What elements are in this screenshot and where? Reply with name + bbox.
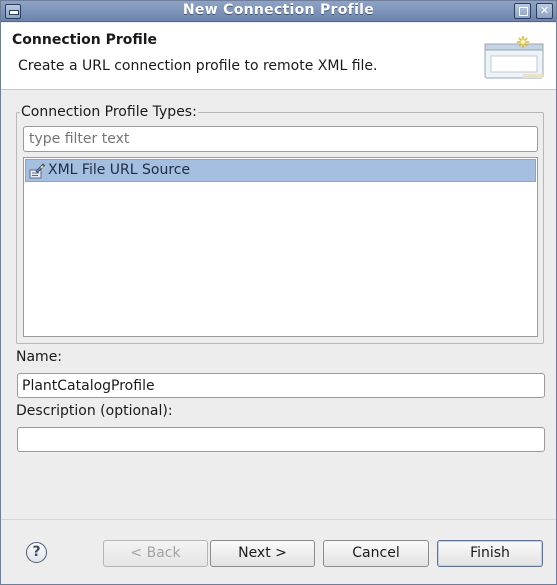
next-button[interactable]: Next > [210, 540, 315, 567]
profile-types-label: Connection Profile Types: [20, 104, 198, 120]
xml-url-source-icon [29, 163, 45, 179]
name-field[interactable] [17, 373, 545, 398]
list-item-xml-file-url-source[interactable]: XML File URL Source [25, 159, 536, 182]
list-item-label: XML File URL Source [48, 162, 191, 178]
page-description: Create a URL connection profile to remot… [18, 58, 378, 74]
help-icon[interactable]: ? [26, 542, 47, 563]
description-label: Description (optional): [16, 403, 173, 419]
finish-button[interactable]: Finish [437, 540, 543, 567]
wizard-banner-icon [484, 36, 544, 79]
filter-input[interactable] [23, 126, 538, 152]
header-banner: Connection Profile Create a URL connecti… [1, 23, 556, 90]
cancel-button[interactable]: Cancel [323, 540, 429, 567]
name-label: Name: [16, 349, 63, 365]
description-field[interactable] [17, 427, 545, 452]
dialog-window: New Connection Profile ✕ Connection Prof… [0, 0, 557, 585]
maximize-button[interactable] [514, 3, 531, 19]
profile-types-list[interactable]: XML File URL Source [23, 157, 538, 337]
title-bar[interactable]: New Connection Profile ✕ [1, 1, 556, 22]
button-bar-separator [1, 519, 556, 520]
page-heading: Connection Profile [12, 32, 158, 48]
window-title: New Connection Profile [182, 2, 375, 18]
back-button[interactable]: < Back [103, 540, 208, 567]
close-button[interactable]: ✕ [536, 3, 553, 19]
